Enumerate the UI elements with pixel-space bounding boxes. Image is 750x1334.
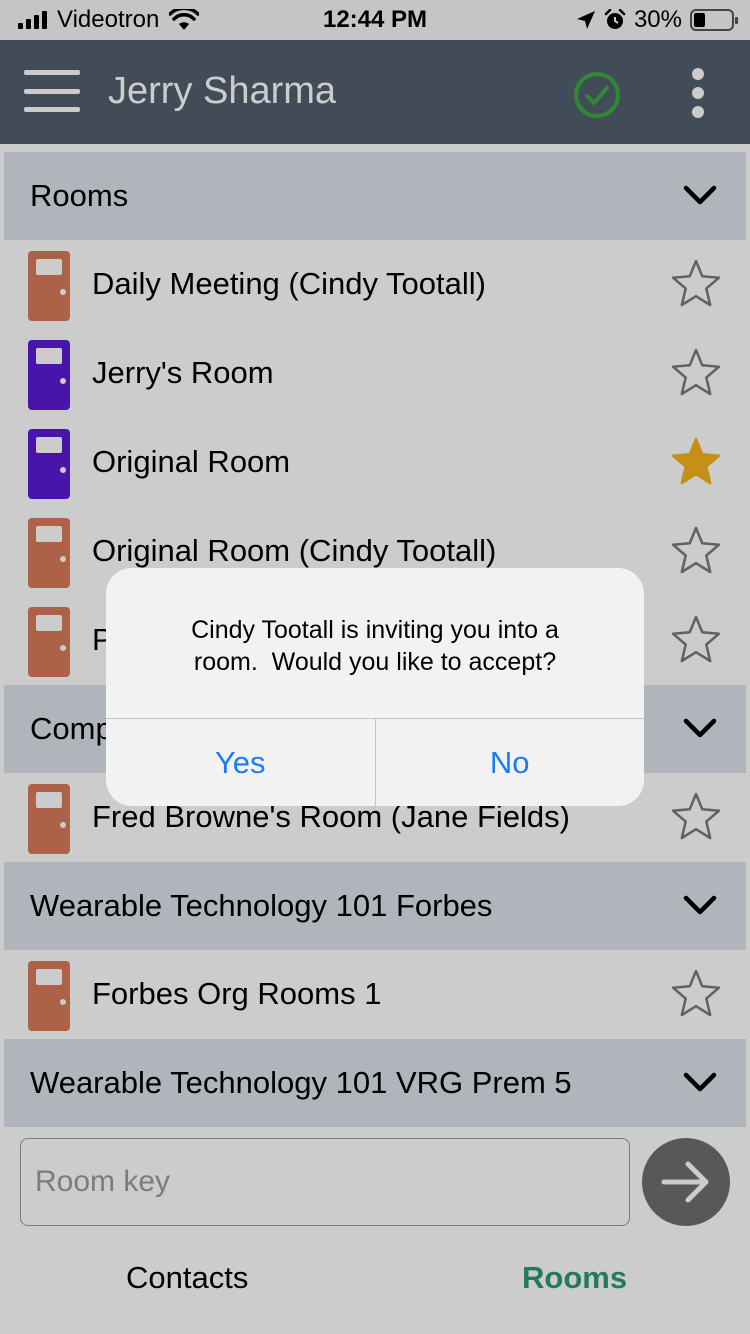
invite-dialog: Cindy Tootall is inviting you into a roo…: [106, 568, 644, 806]
dialog-message: Cindy Tootall is inviting you into a roo…: [191, 616, 559, 676]
no-button[interactable]: No: [374, 719, 645, 806]
yes-button[interactable]: Yes: [106, 719, 375, 806]
